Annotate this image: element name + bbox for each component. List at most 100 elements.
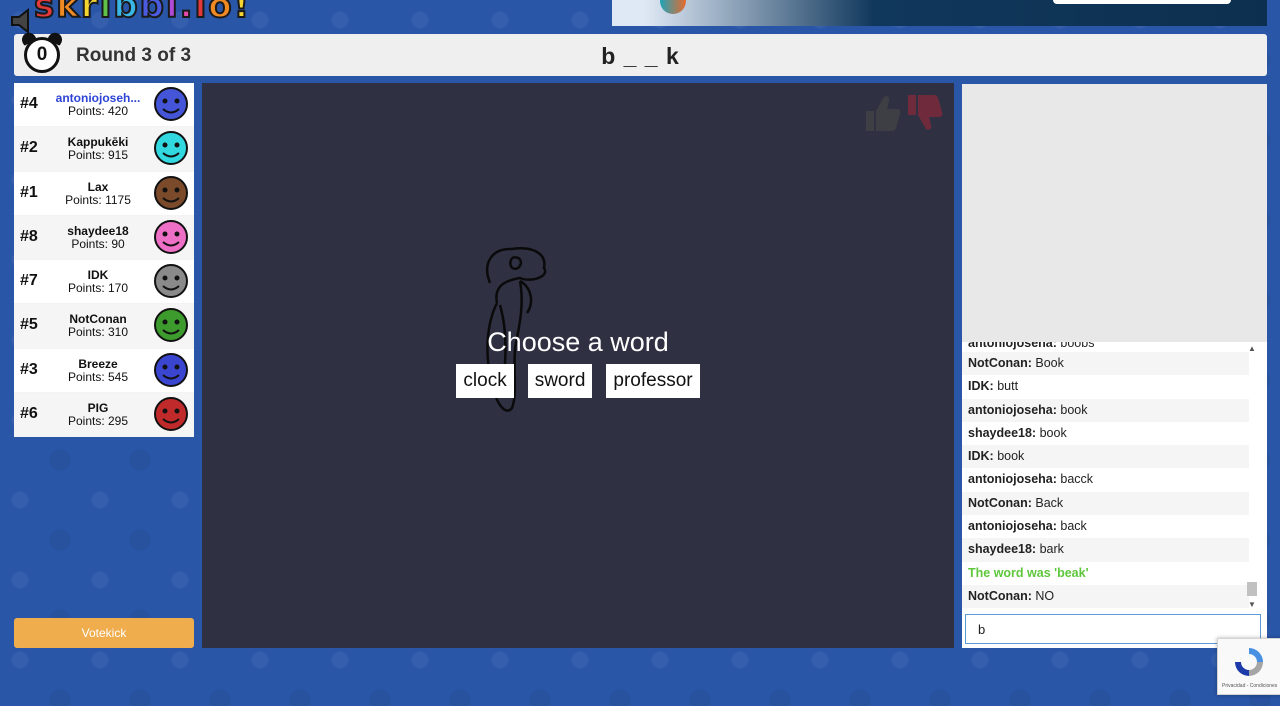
chat-system-message: The word was 'beak' [968, 565, 1089, 580]
player-avatar-icon [154, 219, 188, 254]
chat-message: NotConan: Book [962, 352, 1249, 376]
player-name: Breeze [78, 357, 118, 371]
player-name: Lax [87, 180, 109, 194]
word-choice-sword[interactable]: sword [527, 364, 593, 398]
chat-username: antoniojoseha: [968, 402, 1057, 417]
word-choices: clock sword professor [202, 364, 954, 398]
player-points: Points: 90 [71, 236, 125, 251]
player-row[interactable]: #7 IDK Points: 170 [14, 260, 194, 305]
chat-text: bark [1039, 542, 1064, 557]
player-points: Points: 915 [67, 148, 129, 163]
chat-message: shaydee18: bark [962, 538, 1249, 562]
chat-text: book [997, 449, 1025, 464]
chat-text: Book [1035, 356, 1064, 370]
chat-username: antoniojoseha: [968, 519, 1057, 534]
recaptcha-text: Privacidad - Condiciones [1222, 683, 1278, 689]
top-ad-banner[interactable] [612, 0, 1267, 26]
player-row[interactable]: #4 antoniojoseh... Points: 420 [14, 83, 194, 128]
word-choice-clock[interactable]: clock [456, 364, 514, 398]
player-rank: #3 [20, 360, 38, 378]
chat-text: back [1060, 519, 1087, 534]
choose-word-title: Choose a word [487, 327, 669, 357]
scroll-down-arrow-icon[interactable]: ▼ [1248, 600, 1256, 609]
word-choice-professor[interactable]: professor [606, 364, 700, 398]
chat-message: shaydee18: book [962, 422, 1249, 445]
player-points: Points: 420 [67, 104, 129, 118]
player-rank: #5 [20, 316, 38, 334]
player-info: Kappukēki Points: 915 [46, 136, 150, 162]
player-row[interactable]: #2 Kappukēki Points: 915 [14, 127, 194, 172]
votekick-button[interactable]: Votekick [14, 618, 194, 648]
player-avatar-icon [154, 352, 188, 387]
player-rank: #6 [20, 404, 38, 422]
chat-username: shaydee18: [968, 425, 1037, 440]
chat-username: NotConan: [968, 588, 1032, 603]
chat-messages: antoniojoseha: boobs NotConan: Book IDK: b… [962, 342, 1267, 609]
drawing-canvas[interactable]: Choose a word clock sword professor [202, 83, 954, 648]
chat-username: antoniojoseha: [968, 472, 1057, 487]
side-ad-box[interactable] [962, 84, 1267, 342]
ad-logo-icon [660, 0, 686, 14]
player-avatar-icon [154, 396, 188, 431]
chat-text: NO [1035, 588, 1055, 603]
player-rank: #2 [20, 139, 38, 157]
player-info: IDK Points: 170 [46, 269, 150, 295]
player-avatar-icon [154, 131, 188, 166]
scroll-up-arrow-icon[interactable]: ▲ [1248, 344, 1256, 353]
chat-message: IDK: book [962, 445, 1249, 469]
player-row[interactable]: #6 PIG Points: 295 [14, 392, 194, 437]
player-name: shaydee18 [67, 224, 129, 238]
player-row[interactable]: #3 Breeze Points: 545 [14, 348, 194, 393]
recaptcha-badge[interactable]: Privacidad - Condiciones [1217, 638, 1280, 695]
sound-icon[interactable] [10, 8, 40, 34]
player-avatar-icon [154, 308, 188, 343]
player-info: shaydee18 Points: 90 [46, 225, 150, 251]
chat-text: boobs [1060, 342, 1095, 350]
player-avatar-icon [154, 264, 188, 298]
word-hint: b _ _ k [601, 43, 680, 69]
chat-panel: antoniojoseha: boobs NotConan: Book IDK: b… [962, 342, 1267, 610]
chat-text: Back [1035, 495, 1064, 510]
chat-text: bacck [1060, 472, 1094, 487]
recaptcha-icon [1235, 648, 1263, 676]
player-info: Lax Points: 1175 [46, 181, 150, 207]
chat-username: NotConan: [968, 495, 1032, 510]
player-row[interactable]: #8 shaydee18 Points: 90 [14, 215, 194, 260]
player-info: NotConan Points: 310 [46, 313, 150, 339]
player-rank: #4 [20, 95, 38, 112]
chat-message: antoniojoseha: bacck [962, 468, 1249, 491]
player-row[interactable]: #1 Lax Points: 1175 [14, 171, 194, 216]
player-avatar-icon [154, 175, 188, 210]
player-info: PIG Points: 295 [46, 402, 150, 428]
chat-message: IDK: butt [962, 375, 1249, 398]
ad-search-box[interactable] [1053, 0, 1231, 4]
chat-username: IDK: [968, 449, 994, 464]
player-row[interactable]: #5 NotConan Points: 310 [14, 304, 194, 349]
player-list: #4 antoniojoseh... Points: 420 #2 Kappukēki P… [14, 83, 194, 437]
player-info: Breeze Points: 545 [46, 358, 150, 384]
chat-message: NotConan: NO [962, 584, 1249, 609]
player-points: Points: 545 [67, 369, 129, 384]
chat-text: book [1039, 425, 1067, 440]
thumbs-up-icon[interactable] [862, 91, 902, 135]
chat-message: antoniojoseha: book [962, 398, 1249, 422]
player-rank: #7 [20, 272, 38, 289]
chat-scrollbar[interactable]: ▲ ▼ [1247, 342, 1257, 610]
chat-message: NotConan: Back [962, 491, 1249, 516]
chat-username: shaydee18: [968, 542, 1037, 557]
chat-username: antoniojoseha: [968, 342, 1057, 350]
game-header: 0 Round 3 of 3 b _ _ k [11, 8, 1267, 76]
chat-message: antoniojoseha: back [962, 515, 1249, 538]
player-rank: #1 [20, 183, 38, 201]
chat-message: antoniojoseha: boobs [962, 342, 1249, 352]
skribbl-logo: skribbl.io! [33, 0, 252, 27]
player-points: Points: 295 [67, 413, 129, 428]
chat-username: IDK: [968, 379, 994, 394]
chat-text: butt [997, 379, 1019, 394]
player-points: Points: 310 [67, 325, 129, 340]
player-points: Points: 170 [67, 281, 129, 295]
player-name: PIG [87, 401, 109, 415]
scroll-thumb[interactable] [1247, 582, 1257, 596]
player-rank: #8 [20, 227, 38, 245]
thumbs-down-icon[interactable] [904, 91, 944, 135]
